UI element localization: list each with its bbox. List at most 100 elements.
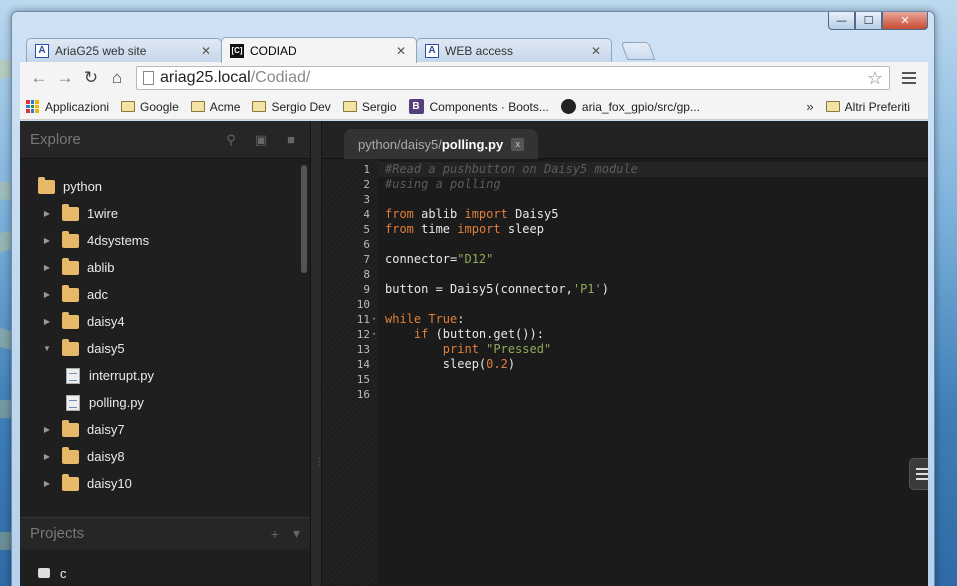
bookmark-altri-preferiti[interactable]: Altri Preferiti: [825, 100, 910, 114]
expand-right-icon[interactable]: ▶: [42, 479, 52, 488]
reload-icon[interactable]: ↻: [78, 66, 104, 90]
bookmarks-overflow-chevron[interactable]: »: [806, 99, 813, 114]
explore-title: Explore: [30, 131, 81, 148]
code-token: 'P1': [572, 282, 602, 296]
tree-file[interactable]: polling.py: [20, 389, 310, 416]
code-line: 8: [322, 267, 928, 282]
tab-ariag25-web-site[interactable]: A AriaG25 web site ✕: [26, 38, 222, 62]
tree-item-label: adc: [87, 287, 108, 302]
editor-tab-polling[interactable]: python/daisy5/ polling.py x: [344, 129, 539, 159]
bookmark-acme[interactable]: Acme: [190, 100, 240, 114]
fold-toggle-icon[interactable]: ▾: [372, 327, 376, 342]
expand-right-icon[interactable]: ▶: [42, 452, 52, 461]
code-line: 11 ▾ while True:: [322, 312, 928, 327]
line-number: 2: [363, 178, 370, 191]
add-project-icon[interactable]: +: [271, 526, 279, 542]
code-text: #Read a pushbutton on Daisy5 module: [385, 162, 638, 177]
bookmark-applicazioni[interactable]: Applicazioni: [26, 100, 109, 114]
close-window-button[interactable]: ✕: [882, 12, 928, 30]
file-tree: python ▶ 1wire ▶ 4dsystems ▶ ablib ▶ adc ▶ daisy4 ▼…: [20, 173, 310, 497]
browser-toolbar: ← → ↻ ⌂ ariag25.local/Codiad/ ☆: [20, 62, 928, 94]
bookmark-sergio[interactable]: Sergio: [342, 100, 397, 114]
code-text: button = Daisy5(connector,'P1'): [385, 282, 609, 297]
folder-icon: [825, 101, 840, 112]
bookmark-star-icon[interactable]: ☆: [867, 68, 883, 89]
line-number: 12: [356, 328, 370, 341]
maximize-button[interactable]: ☐: [855, 12, 882, 30]
minimize-button[interactable]: —: [828, 12, 855, 30]
code-editor: python/daisy5/ polling.py x 1 #Read a pus…: [322, 121, 928, 586]
expand-right-icon[interactable]: ▶: [42, 317, 52, 326]
project-icon: [38, 568, 50, 578]
code-line: 13 print "Pressed": [322, 342, 928, 357]
new-tab-button[interactable]: [620, 42, 656, 60]
expand-down-icon[interactable]: ▼: [42, 344, 52, 353]
code-text: connector="D12": [385, 252, 493, 267]
bookmark-aria-fox-gpio[interactable]: aria_fox_gpio/src/gp...: [560, 99, 700, 114]
bookmark-components-bootstrap[interactable]: B Components · Boots...: [408, 99, 549, 114]
archive-icon[interactable]: ▣: [252, 132, 270, 148]
code-token: sleep: [500, 222, 544, 236]
code-token: :: [457, 312, 465, 326]
url-text[interactable]: ariag25.local/Codiad/: [160, 69, 867, 87]
fold-toggle-icon[interactable]: ▾: [372, 312, 376, 327]
tree-folder[interactable]: ▶ daisy8: [20, 443, 310, 470]
code-token: "Pressed": [486, 342, 552, 356]
tree-folder[interactable]: ▶ daisy4: [20, 308, 310, 335]
collapse-projects-icon[interactable]: ▾: [293, 525, 300, 542]
right-panel-handle-icon[interactable]: [909, 458, 928, 490]
tree-folder[interactable]: python: [20, 173, 310, 200]
tab-close-icon[interactable]: ✕: [394, 44, 408, 58]
tree-folder[interactable]: ▶ 1wire: [20, 200, 310, 227]
address-bar[interactable]: ariag25.local/Codiad/ ☆: [136, 66, 890, 90]
code-line: 6: [322, 237, 928, 252]
tab-web-access[interactable]: A WEB access ✕: [416, 38, 612, 62]
tab-close-icon[interactable]: ✕: [199, 44, 213, 58]
expand-right-icon[interactable]: ▶: [42, 425, 52, 434]
code-token: import: [457, 222, 501, 236]
back-arrow-icon[interactable]: ←: [26, 66, 52, 90]
browser-menu-icon[interactable]: [896, 66, 922, 90]
tree-file[interactable]: interrupt.py: [20, 362, 310, 389]
editor-tab-close-icon[interactable]: x: [511, 137, 525, 151]
code-token: from: [385, 207, 414, 221]
project-item[interactable]: c: [38, 563, 67, 583]
home-icon[interactable]: ⌂: [104, 66, 130, 90]
expand-right-icon[interactable]: ▶: [42, 263, 52, 272]
tree-folder[interactable]: ▶ daisy10: [20, 470, 310, 497]
tab-close-icon[interactable]: ✕: [589, 44, 603, 58]
tree-scrollbar[interactable]: [301, 165, 307, 273]
expand-right-icon[interactable]: ▶: [42, 236, 52, 245]
tree-folder[interactable]: ▶ ablib: [20, 254, 310, 281]
code-token: if: [413, 327, 429, 341]
tree-folder[interactable]: ▶ adc: [20, 281, 310, 308]
code-token: #using a polling: [385, 177, 501, 191]
sidebar-splitter[interactable]: ⋮: [310, 121, 324, 586]
tree-folder[interactable]: ▶ daisy7: [20, 416, 310, 443]
code-line: 16: [322, 387, 928, 402]
line-number: 5: [363, 223, 370, 236]
bookmark-google[interactable]: Google: [121, 100, 179, 114]
expand-right-icon[interactable]: ▶: [42, 209, 52, 218]
lock-icon[interactable]: ■: [282, 132, 300, 147]
code-token: sleep(: [385, 357, 487, 371]
folder-icon: [62, 311, 79, 329]
folder-icon: [62, 338, 79, 356]
file-icon: [66, 367, 80, 384]
code-token: ablib: [413, 207, 465, 221]
tree-item-label: daisy10: [87, 476, 132, 491]
code-line: 7 connector="D12": [322, 252, 928, 267]
forward-arrow-icon[interactable]: →: [52, 66, 78, 90]
code-line: 5 from time import sleep: [322, 222, 928, 237]
bookmark-sergio-dev[interactable]: Sergio Dev: [252, 100, 331, 114]
code-token: button = Daisy5(connector,: [385, 282, 573, 296]
tree-folder[interactable]: ▶ 4dsystems: [20, 227, 310, 254]
search-icon[interactable]: ⚲: [222, 132, 240, 148]
line-number: 8: [363, 268, 370, 281]
expand-right-icon[interactable]: ▶: [42, 290, 52, 299]
tab-codiad[interactable]: [C] CODIAD ✕: [221, 37, 417, 63]
tree-folder[interactable]: ▼ daisy5: [20, 335, 310, 362]
browser-window: — ☐ ✕ A AriaG25 web site ✕ [C] CODIAD ✕ …: [11, 11, 935, 586]
tree-item-label: daisy4: [87, 314, 125, 329]
